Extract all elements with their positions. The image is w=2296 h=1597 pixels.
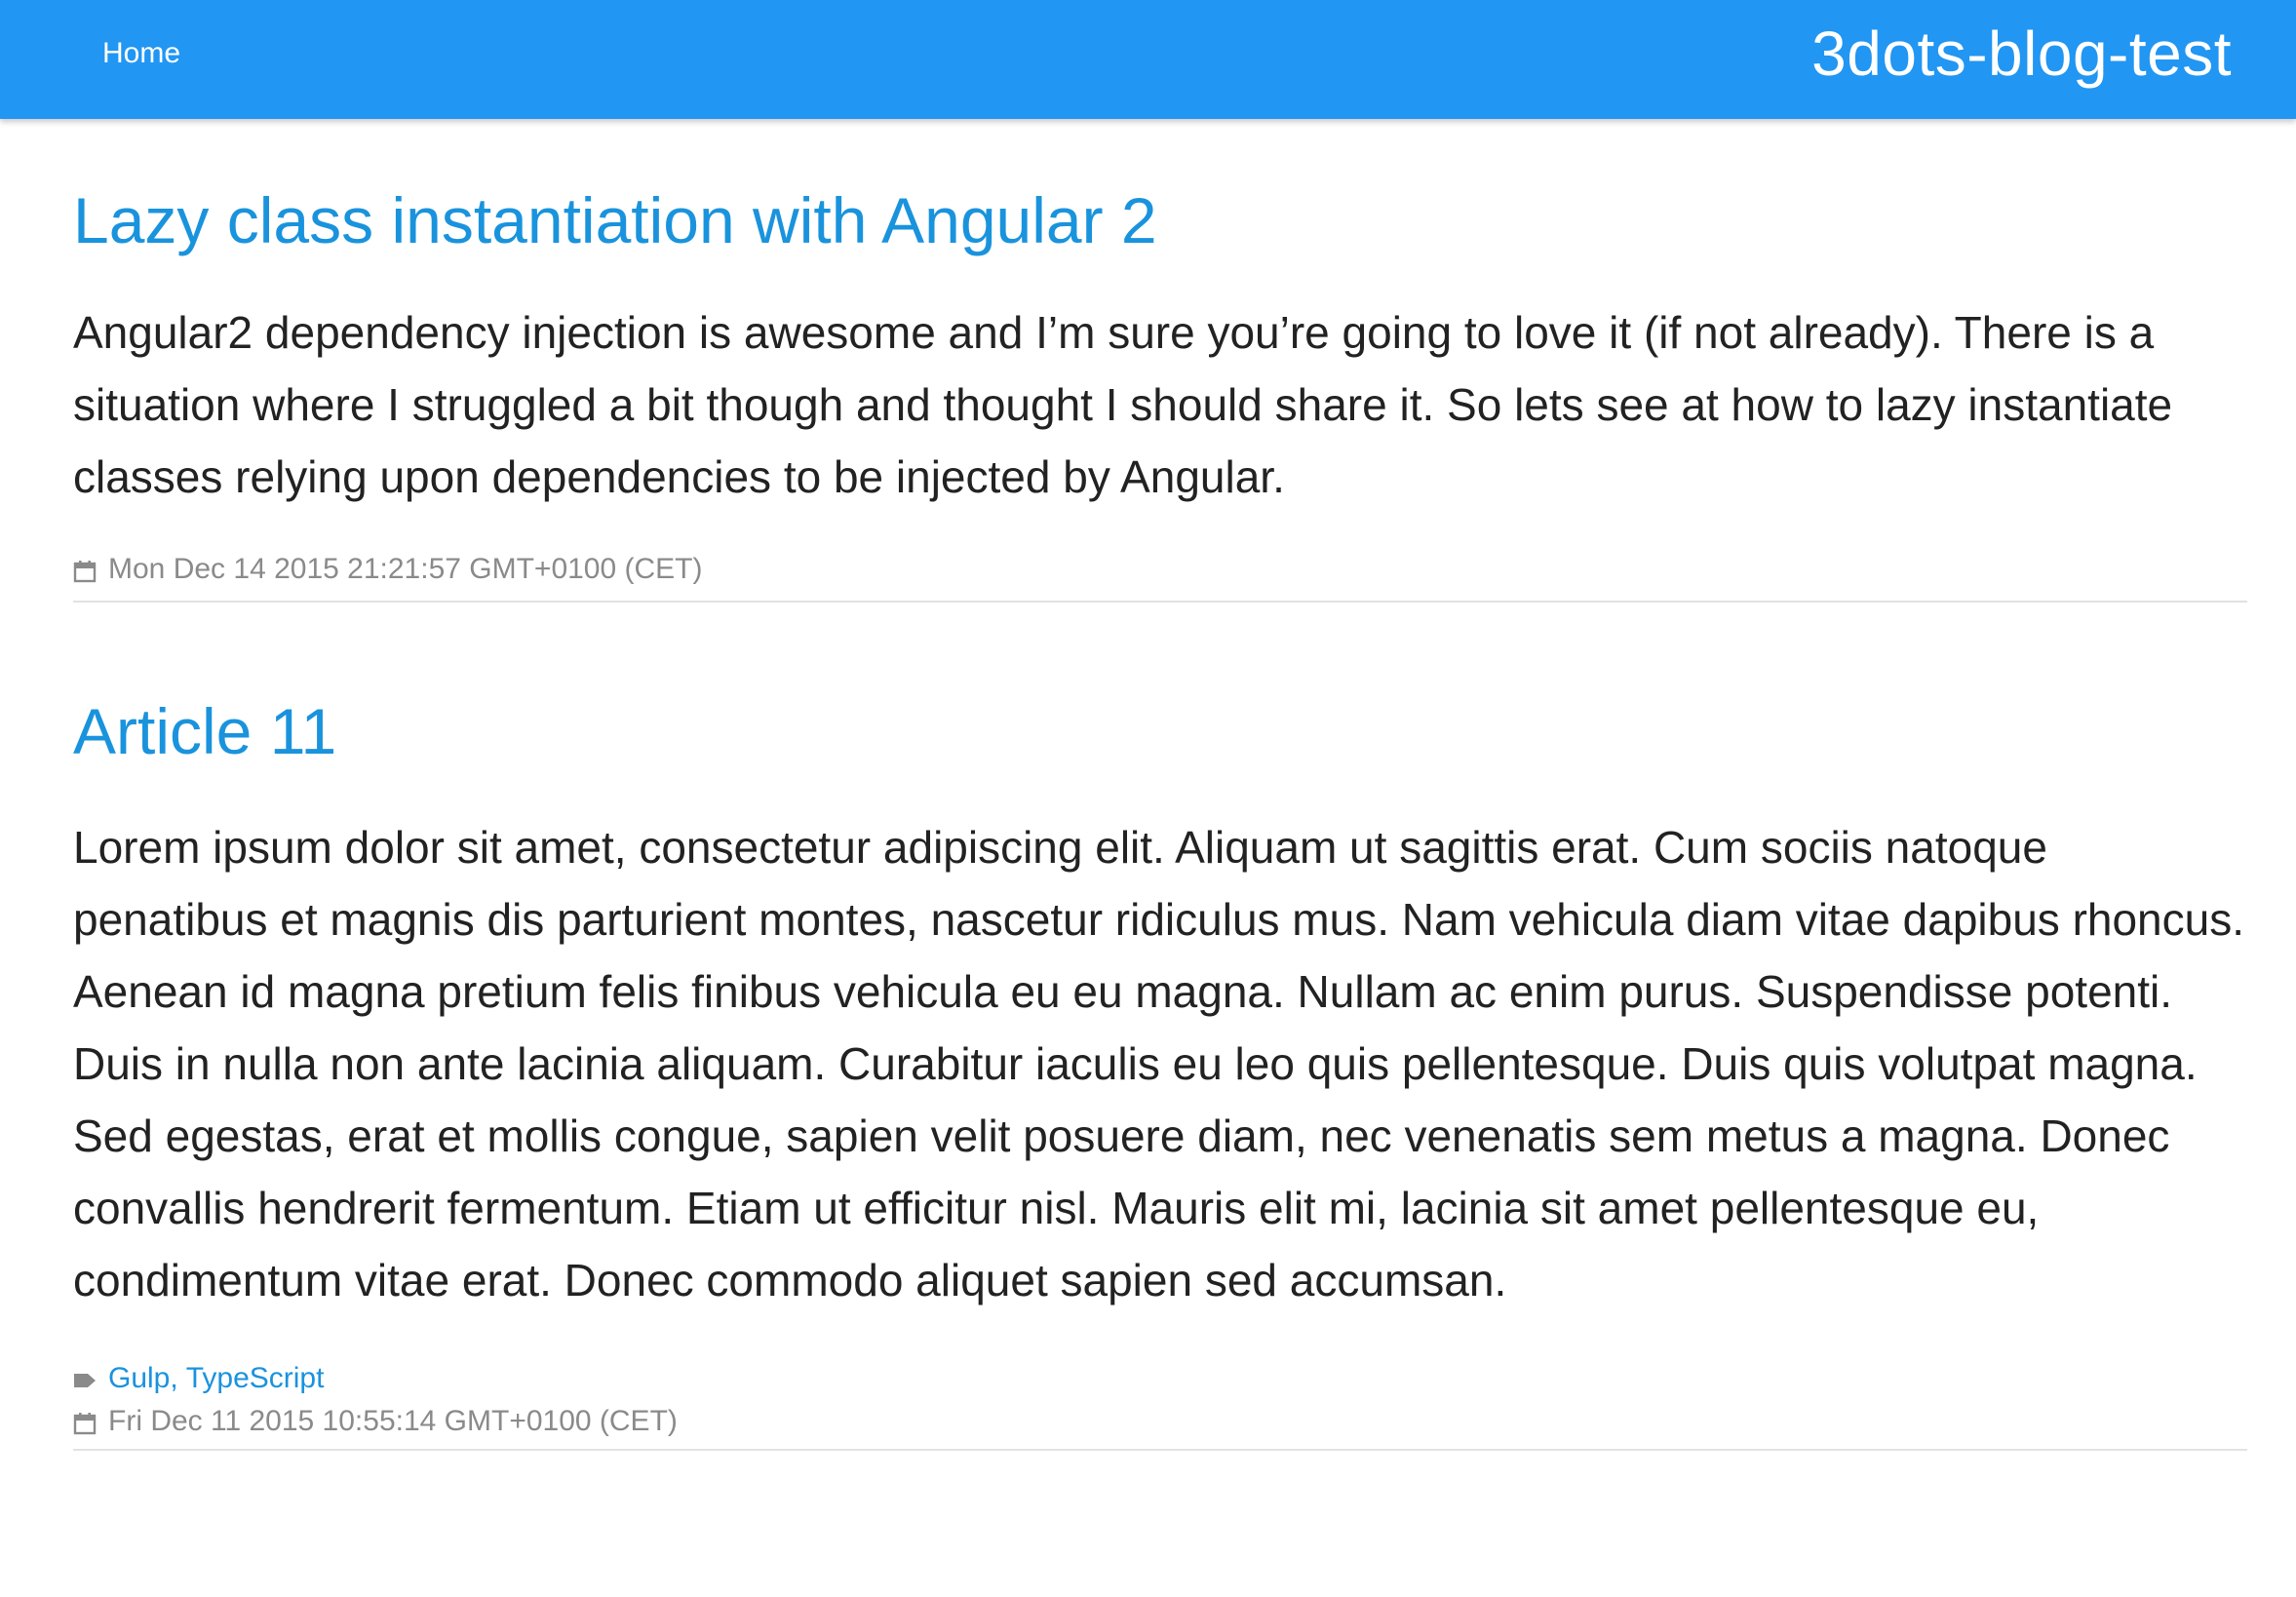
tag-separator: , bbox=[170, 1362, 178, 1394]
tag-link-gulp[interactable]: Gulp bbox=[108, 1362, 170, 1395]
top-navbar: Home 3dots-blog-test bbox=[0, 0, 2296, 119]
nav-home-link[interactable]: Home bbox=[102, 37, 180, 70]
article-tags: Gulp , TypeScript bbox=[73, 1357, 2247, 1400]
article-title-link[interactable]: Article 11 bbox=[73, 692, 2247, 770]
article-date-text: Mon Dec 14 2015 21:21:57 GMT+0100 (CET) bbox=[108, 553, 703, 585]
article-excerpt: Lorem ipsum dolor sit amet, consectetur … bbox=[73, 822, 2245, 1305]
article-list: Lazy class instantiation with Angular 2 … bbox=[73, 119, 2247, 1451]
tag-icon bbox=[73, 1367, 97, 1390]
tag-link-typescript[interactable]: TypeScript bbox=[186, 1362, 325, 1395]
article-excerpt: Angular2 dependency injection is awesome… bbox=[73, 307, 2173, 502]
calendar-icon bbox=[73, 558, 97, 583]
article-date: Mon Dec 14 2015 21:21:57 GMT+0100 (CET) bbox=[73, 548, 2247, 591]
article-title-link[interactable]: Lazy class instantiation with Angular 2 bbox=[73, 181, 2247, 259]
article-card: Lazy class instantiation with Angular 2 … bbox=[73, 119, 2247, 603]
article-card: Article 11 Lorem ipsum dolor sit amet, c… bbox=[73, 603, 2247, 1451]
article-date: Fri Dec 11 2015 10:55:14 GMT+0100 (CET) bbox=[73, 1400, 2247, 1443]
article-date-text: Fri Dec 11 2015 10:55:14 GMT+0100 (CET) bbox=[108, 1405, 678, 1437]
site-title[interactable]: 3dots-blog-test bbox=[1811, 18, 2232, 90]
calendar-icon bbox=[73, 1410, 97, 1435]
